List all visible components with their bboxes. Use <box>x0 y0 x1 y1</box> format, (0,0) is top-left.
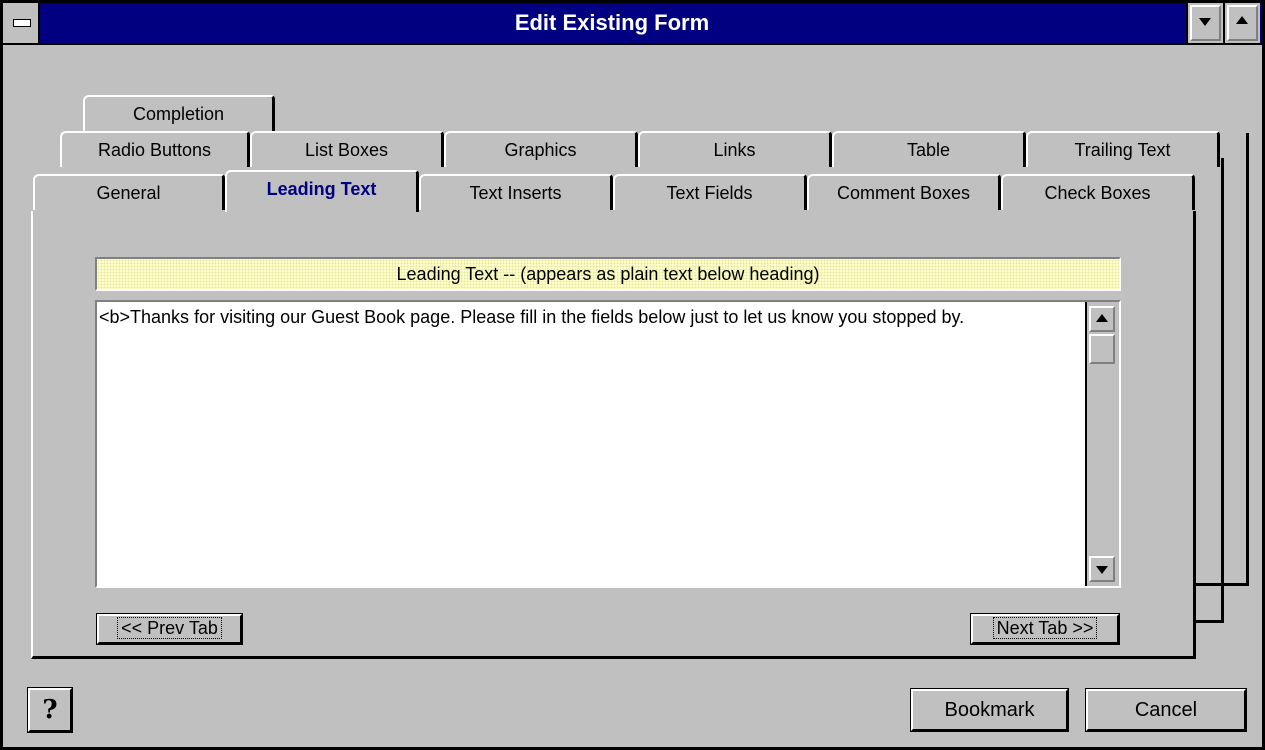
minimize-button[interactable] <box>1186 3 1223 43</box>
help-icon: ? <box>42 695 58 725</box>
bookmark-button[interactable]: Bookmark <box>910 688 1069 732</box>
scroll-down-icon <box>1096 566 1108 574</box>
leading-text-editor[interactable]: <b>Thanks for visiting our Guest Book pa… <box>95 300 1121 588</box>
minimize-icon <box>1199 18 1211 26</box>
tab-table[interactable]: Table <box>832 131 1026 167</box>
maximize-button[interactable] <box>1223 3 1260 43</box>
vertical-scrollbar[interactable] <box>1085 302 1119 586</box>
prev-tab-button[interactable]: << Prev Tab <box>96 613 243 645</box>
edit-form-window: Edit Existing Form Completion Radio Butt… <box>0 0 1265 750</box>
tab-graphics[interactable]: Graphics <box>444 131 638 167</box>
window-title: Edit Existing Form <box>514 10 710 35</box>
tab-text-inserts[interactable]: Text Inserts <box>419 174 613 210</box>
tab-text-fields[interactable]: Text Fields <box>613 174 807 210</box>
scroll-up-icon <box>1096 314 1108 322</box>
help-button[interactable]: ? <box>27 687 73 733</box>
tab-links[interactable]: Links <box>638 131 832 167</box>
cancel-button[interactable]: Cancel <box>1085 688 1247 732</box>
next-tab-button[interactable]: Next Tab >> <box>970 613 1120 645</box>
maximize-icon <box>1236 16 1248 24</box>
tab-radio-buttons[interactable]: Radio Buttons <box>60 131 250 167</box>
tab-list-boxes[interactable]: List Boxes <box>250 131 444 167</box>
tab-check-boxes[interactable]: Check Boxes <box>1001 174 1195 210</box>
scroll-down-button[interactable] <box>1089 556 1115 582</box>
tab-completion[interactable]: Completion <box>83 95 275 131</box>
scroll-up-button[interactable] <box>1089 306 1115 332</box>
system-menu-button[interactable] <box>3 3 40 43</box>
leading-text-content[interactable]: <b>Thanks for visiting our Guest Book pa… <box>99 306 1079 329</box>
leading-text-header: Leading Text -- (appears as plain text b… <box>95 257 1121 291</box>
prev-tab-label: << Prev Tab <box>117 617 222 639</box>
tab-page-leading-text: Leading Text -- (appears as plain text b… <box>31 211 1196 659</box>
scroll-thumb[interactable] <box>1089 334 1115 364</box>
next-tab-label: Next Tab >> <box>992 617 1098 639</box>
tab-comment-boxes[interactable]: Comment Boxes <box>807 174 1001 210</box>
tab-general[interactable]: General <box>33 174 225 210</box>
tab-leading-text[interactable]: Leading Text <box>225 170 419 212</box>
title-bar: Edit Existing Form <box>3 3 1262 45</box>
tab-trailing-text[interactable]: Trailing Text <box>1026 131 1220 167</box>
system-menu-icon <box>13 19 31 27</box>
